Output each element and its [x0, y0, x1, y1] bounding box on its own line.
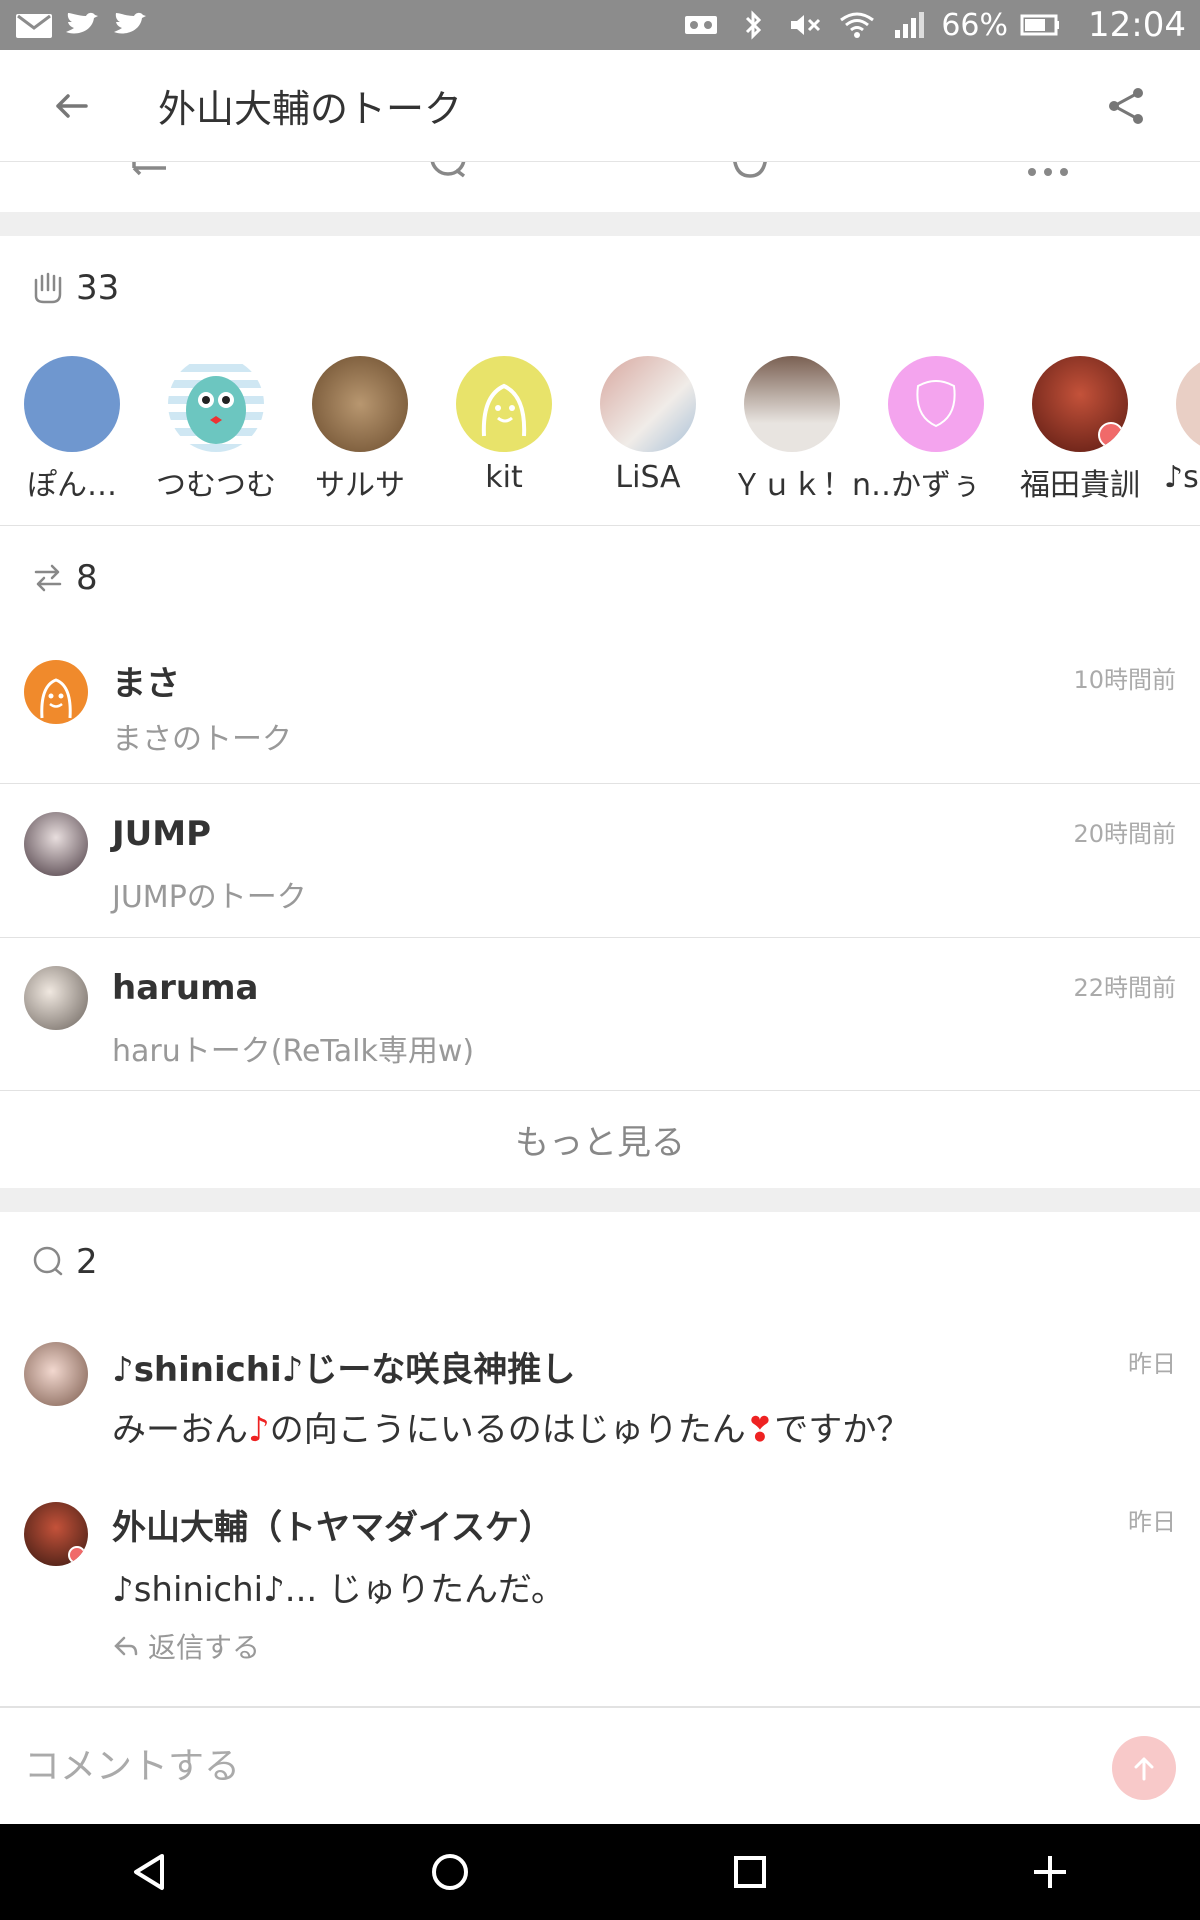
reply-arrow-icon [114, 1636, 138, 1656]
section-gap [0, 1188, 1200, 1212]
page-title: 外山大輔のトーク [158, 87, 463, 131]
verified-badge-icon [68, 1546, 86, 1564]
comment-icon [33, 1246, 63, 1276]
avatar [600, 356, 696, 452]
clap-icon [34, 272, 62, 304]
avatar[interactable] [24, 1342, 88, 1406]
reply-button[interactable]: 返信する [112, 1626, 260, 1666]
reaction-user[interactable]: ♪s [1164, 356, 1200, 495]
arrow-left-icon [56, 93, 88, 118]
divider [0, 525, 1200, 526]
send-button[interactable] [1112, 1736, 1176, 1800]
avatar [312, 356, 408, 452]
action-row [0, 162, 1200, 212]
circle-home-icon [432, 1854, 468, 1890]
avatar [24, 966, 88, 1030]
reaction-count: 33 [76, 268, 120, 308]
reaction-user[interactable]: Ｙｕｋ！n… [732, 356, 901, 504]
retalk-icon [34, 564, 62, 592]
nav-plus-button[interactable] [1020, 1842, 1080, 1902]
nav-home-button[interactable] [420, 1842, 480, 1902]
system-nav-bar [0, 1824, 1200, 1920]
square-recents-icon [734, 1856, 766, 1888]
comment-input-bar [0, 1706, 1200, 1824]
mute-icon [785, 10, 825, 40]
clap-icon[interactable] [726, 162, 776, 194]
signal-icon [889, 10, 929, 40]
comment-count: 2 [76, 1242, 98, 1282]
avatar [888, 356, 984, 452]
avatar [744, 356, 840, 452]
reaction-user[interactable]: ぽん… [12, 356, 132, 504]
avatar[interactable] [24, 1502, 88, 1566]
retalk-icon[interactable] [126, 162, 176, 194]
retalk-item[interactable]: まさ まさのトーク 10時間前 [0, 630, 1200, 783]
reaction-user[interactable]: サルサ [300, 356, 420, 504]
comments-header: 2 [30, 1242, 98, 1282]
avatar [168, 356, 264, 452]
reaction-user[interactable]: LiSA [588, 356, 708, 495]
twitter-icon [110, 10, 150, 40]
battery-percent: 66% [941, 7, 1009, 43]
plus-icon [1034, 1856, 1066, 1888]
arrow-up-icon [1134, 1757, 1154, 1781]
section-gap [0, 212, 1200, 236]
reactions-header: 33 [30, 268, 119, 308]
avatar [24, 660, 88, 724]
more-icon[interactable] [1024, 162, 1074, 194]
reaction-user[interactable]: 福田貴訓 [1020, 356, 1140, 504]
avatar [1176, 356, 1200, 452]
bluetooth-icon [733, 10, 773, 40]
comment-text: みーおん♪の向こうにいるのはじゅりたん❣ですか？ [112, 1410, 911, 1450]
share-icon [1109, 87, 1143, 124]
comment-input[interactable] [24, 1736, 1024, 1796]
verified-badge-icon [1098, 422, 1124, 448]
comment-text: ♪shinichi♪... じゅりたんだ。 [112, 1570, 565, 1610]
voicemail-icon [681, 10, 721, 40]
avatar [24, 812, 88, 876]
nav-back-button[interactable] [120, 1842, 180, 1902]
reaction-avatar-list[interactable]: ぽん… つむつむ サルサ kit LiSA Ｙｕｋ！n… かずぅ 福田貴訓 ♪s [0, 356, 1200, 506]
comment-icon[interactable] [424, 162, 474, 194]
reaction-user[interactable]: つむつむ [156, 356, 276, 504]
twitter-icon [62, 10, 102, 40]
retalk-item[interactable]: haruma haruトーク(ReTalk専用w) 22時間前 [0, 938, 1200, 1091]
back-button[interactable] [36, 70, 108, 142]
avatar [24, 356, 120, 452]
note-icon: ♪ [248, 1410, 270, 1450]
retalk-item[interactable]: JUMP JUMPのトーク 20時間前 [0, 784, 1200, 937]
app-bar: 外山大輔のトーク [0, 50, 1200, 162]
hearts-icon: ❣ [745, 1410, 775, 1450]
reaction-user[interactable]: かずぅ [876, 356, 996, 504]
gmail-icon [14, 10, 54, 40]
avatar [456, 356, 552, 452]
retalk-count: 8 [76, 558, 98, 598]
share-button[interactable] [1096, 76, 1156, 136]
comment-item: ♪shinichi♪じーな咲良神推し みーおん♪の向こうにいるのはじゅりたん❣で… [0, 1334, 1200, 1474]
clock: 12:04 [1088, 5, 1186, 45]
triangle-back-icon [134, 1854, 164, 1890]
battery-icon [1020, 10, 1060, 40]
retalk-header: 8 [30, 558, 98, 598]
wifi-icon [837, 10, 877, 40]
status-bar: 66% 12:04 [0, 0, 1200, 50]
show-more-button[interactable]: もっと見る [0, 1090, 1200, 1188]
avatar [1032, 356, 1128, 452]
nav-recents-button[interactable] [720, 1842, 780, 1902]
comment-item: 外山大輔（トヤマダイスケ） ♪shinichi♪... じゅりたんだ。 昨日 [0, 1492, 1200, 1622]
reaction-user[interactable]: kit [444, 356, 564, 495]
